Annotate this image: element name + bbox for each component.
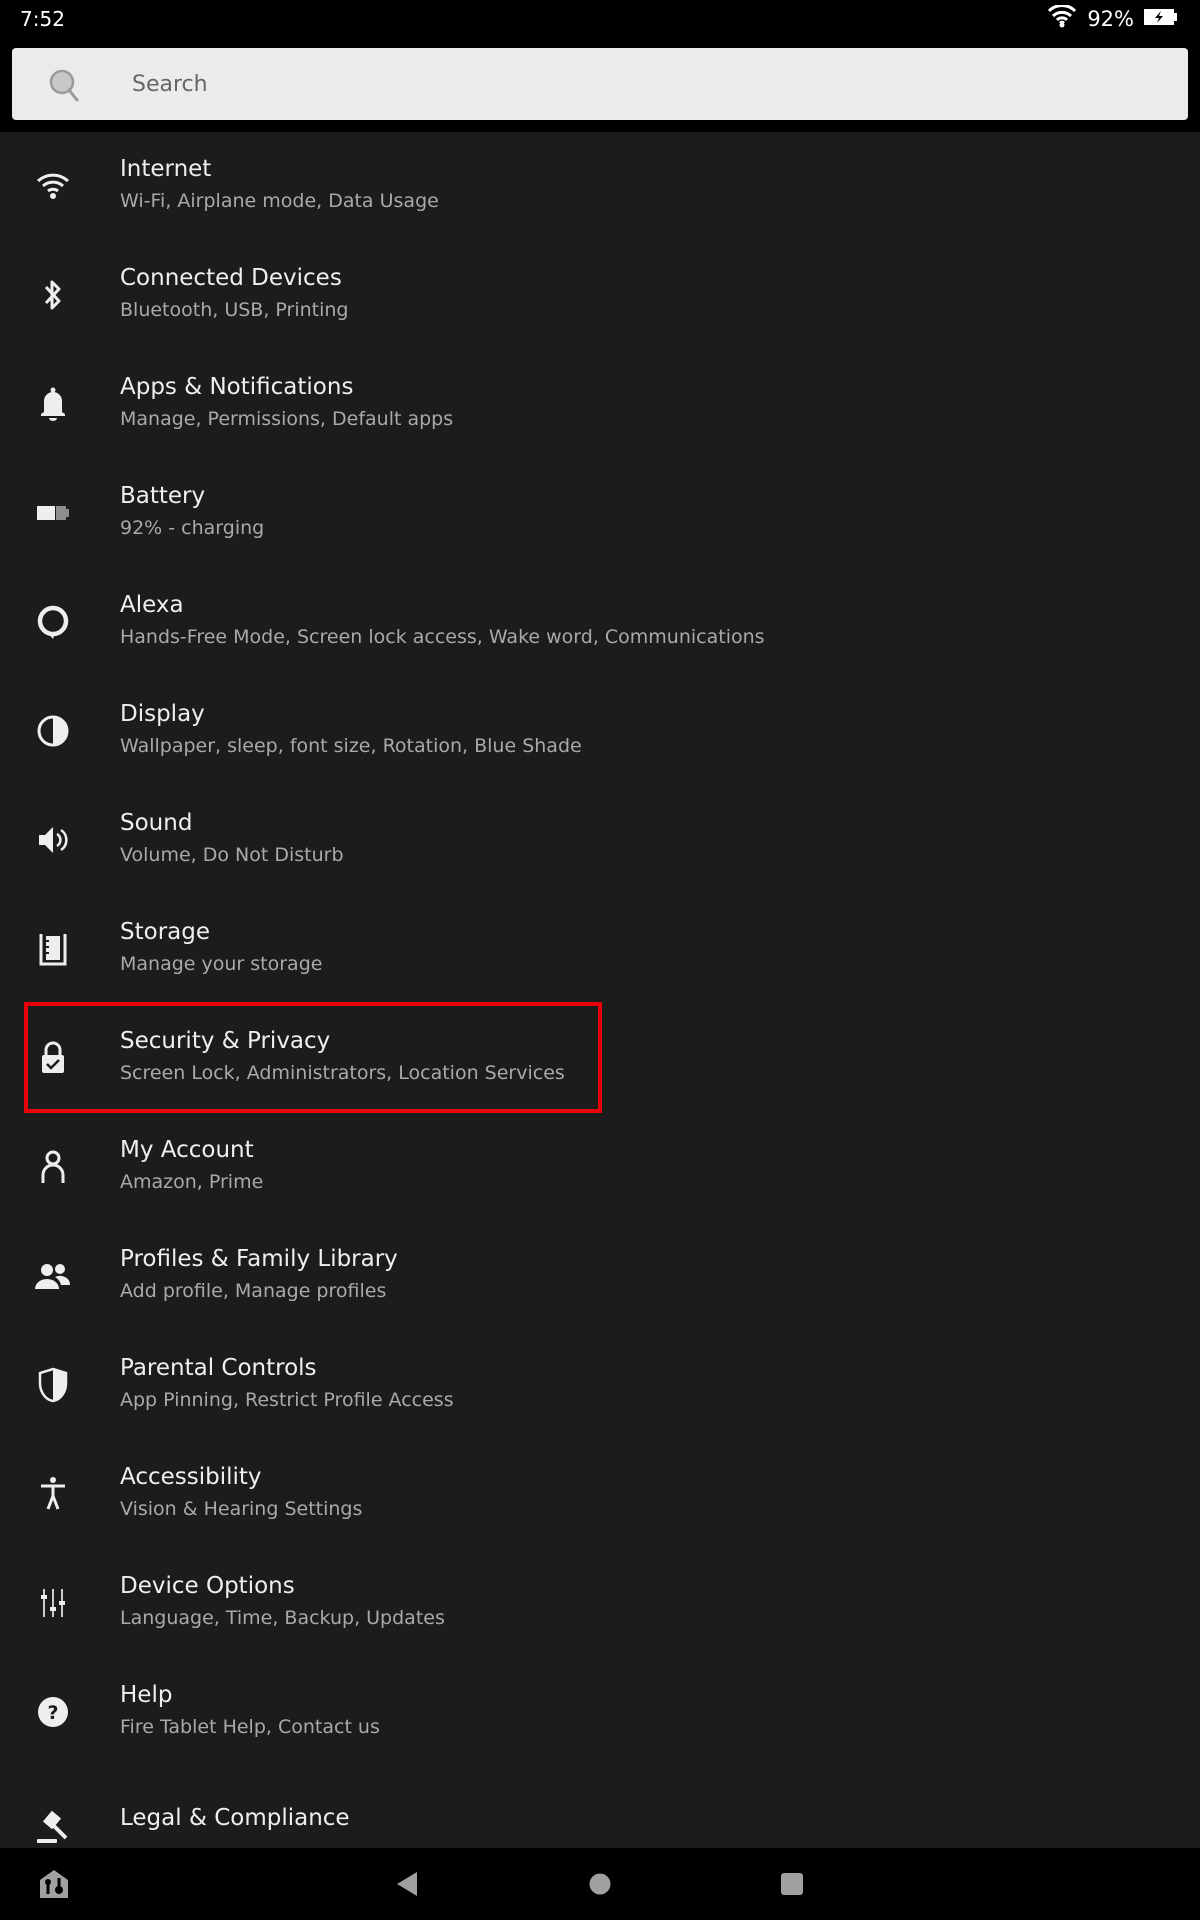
- item-title: Parental Controls: [120, 1355, 317, 1381]
- wifi-icon: [1047, 4, 1077, 33]
- item-title: Device Options: [120, 1573, 295, 1599]
- item-subtitle: Screen Lock, Administrators, Location Se…: [120, 1062, 565, 1084]
- svg-text:?: ?: [47, 1702, 58, 1724]
- item-subtitle: Wi-Fi, Airplane mode, Data Usage: [120, 190, 439, 212]
- search-box[interactable]: [12, 48, 1188, 120]
- kids-home-icon[interactable]: [36, 1866, 72, 1902]
- accessibility-icon: [33, 1474, 73, 1514]
- item-title: Alexa: [120, 592, 184, 618]
- item-subtitle: Wallpaper, sleep, font size, Rotation, B…: [120, 735, 582, 757]
- item-title: Connected Devices: [120, 265, 342, 291]
- storage-icon: [33, 929, 73, 969]
- item-title: Battery: [120, 483, 206, 509]
- lock-check-icon: [33, 1038, 73, 1078]
- people-icon: [33, 1256, 73, 1296]
- item-title: Apps & Notifications: [120, 374, 354, 400]
- bluetooth-icon: [33, 275, 73, 315]
- item-title: Legal & Compliance: [120, 1805, 350, 1831]
- battery-icon: [33, 493, 73, 533]
- settings-item-internet[interactable]: Internet Wi-Fi, Airplane mode, Data Usag…: [0, 132, 1200, 241]
- settings-item-parental-controls[interactable]: Parental Controls App Pinning, Restrict …: [0, 1331, 1200, 1440]
- item-subtitle: 92% - charging: [120, 517, 265, 539]
- settings-list[interactable]: Internet Wi-Fi, Airplane mode, Data Usag…: [0, 132, 1200, 1848]
- item-subtitle: Manage, Permissions, Default apps: [120, 408, 454, 430]
- person-icon: [33, 1147, 73, 1187]
- settings-item-device-options[interactable]: Device Options Language, Time, Backup, U…: [0, 1549, 1200, 1658]
- settings-item-my-account[interactable]: My Account Amazon, Prime: [0, 1113, 1200, 1222]
- settings-item-legal-compliance[interactable]: Legal & Compliance: [0, 1767, 1200, 1848]
- item-subtitle: Bluetooth, USB, Printing: [120, 299, 349, 321]
- search-input[interactable]: [132, 48, 1162, 120]
- item-title: My Account: [120, 1137, 254, 1163]
- settings-item-help[interactable]: ? Help Fire Tablet Help, Contact us: [0, 1658, 1200, 1767]
- navigation-bar: [0, 1848, 1200, 1920]
- settings-item-connected-devices[interactable]: Connected Devices Bluetooth, USB, Printi…: [0, 241, 1200, 350]
- settings-item-alexa[interactable]: Alexa Hands-Free Mode, Screen lock acces…: [0, 568, 1200, 677]
- recents-icon[interactable]: [774, 1866, 810, 1902]
- contrast-icon: [33, 711, 73, 751]
- sliders-icon: [33, 1583, 73, 1623]
- search-bar-container: [0, 38, 1200, 132]
- settings-item-sound[interactable]: Sound Volume, Do Not Disturb: [0, 786, 1200, 895]
- gavel-icon: [33, 1807, 73, 1847]
- search-icon: [48, 68, 82, 102]
- wifi-icon: [33, 166, 73, 206]
- settings-item-battery[interactable]: Battery 92% - charging: [0, 459, 1200, 568]
- battery-percent: 92%: [1087, 7, 1134, 31]
- settings-item-storage[interactable]: Storage Manage your storage: [0, 895, 1200, 1004]
- item-title: Internet: [120, 156, 212, 182]
- back-icon[interactable]: [390, 1866, 426, 1902]
- item-title: Security & Privacy: [120, 1028, 331, 1054]
- item-title: Display: [120, 701, 205, 727]
- settings-item-apps-notifications[interactable]: Apps & Notifications Manage, Permissions…: [0, 350, 1200, 459]
- item-title: Storage: [120, 919, 210, 945]
- battery-charging-icon: [1144, 8, 1178, 30]
- settings-item-display[interactable]: Display Wallpaper, sleep, font size, Rot…: [0, 677, 1200, 786]
- shield-icon: [33, 1365, 73, 1405]
- settings-item-security-privacy[interactable]: Security & Privacy Screen Lock, Administ…: [0, 1004, 1200, 1113]
- status-indicators: 92%: [1047, 4, 1178, 33]
- item-subtitle: Volume, Do Not Disturb: [120, 844, 344, 866]
- help-icon: ?: [33, 1692, 73, 1732]
- item-title: Accessibility: [120, 1464, 262, 1490]
- item-title: Sound: [120, 810, 193, 836]
- settings-item-profiles-family[interactable]: Profiles & Family Library Add profile, M…: [0, 1222, 1200, 1331]
- speaker-icon: [33, 820, 73, 860]
- bell-icon: [33, 384, 73, 424]
- settings-item-accessibility[interactable]: Accessibility Vision & Hearing Settings: [0, 1440, 1200, 1549]
- item-subtitle: Add profile, Manage profiles: [120, 1280, 387, 1302]
- item-title: Help: [120, 1682, 173, 1708]
- item-subtitle: Fire Tablet Help, Contact us: [120, 1716, 380, 1738]
- status-time: 7:52: [20, 7, 65, 31]
- item-title: Profiles & Family Library: [120, 1246, 398, 1272]
- home-icon[interactable]: [582, 1866, 618, 1902]
- alexa-icon: [33, 602, 73, 642]
- item-subtitle: Vision & Hearing Settings: [120, 1498, 363, 1520]
- item-subtitle: Amazon, Prime: [120, 1171, 264, 1193]
- item-subtitle: App Pinning, Restrict Profile Access: [120, 1389, 454, 1411]
- item-subtitle: Manage your storage: [120, 953, 323, 975]
- item-subtitle: Hands-Free Mode, Screen lock access, Wak…: [120, 626, 765, 648]
- status-bar: 7:52 92%: [0, 0, 1200, 38]
- item-subtitle: Language, Time, Backup, Updates: [120, 1607, 445, 1629]
